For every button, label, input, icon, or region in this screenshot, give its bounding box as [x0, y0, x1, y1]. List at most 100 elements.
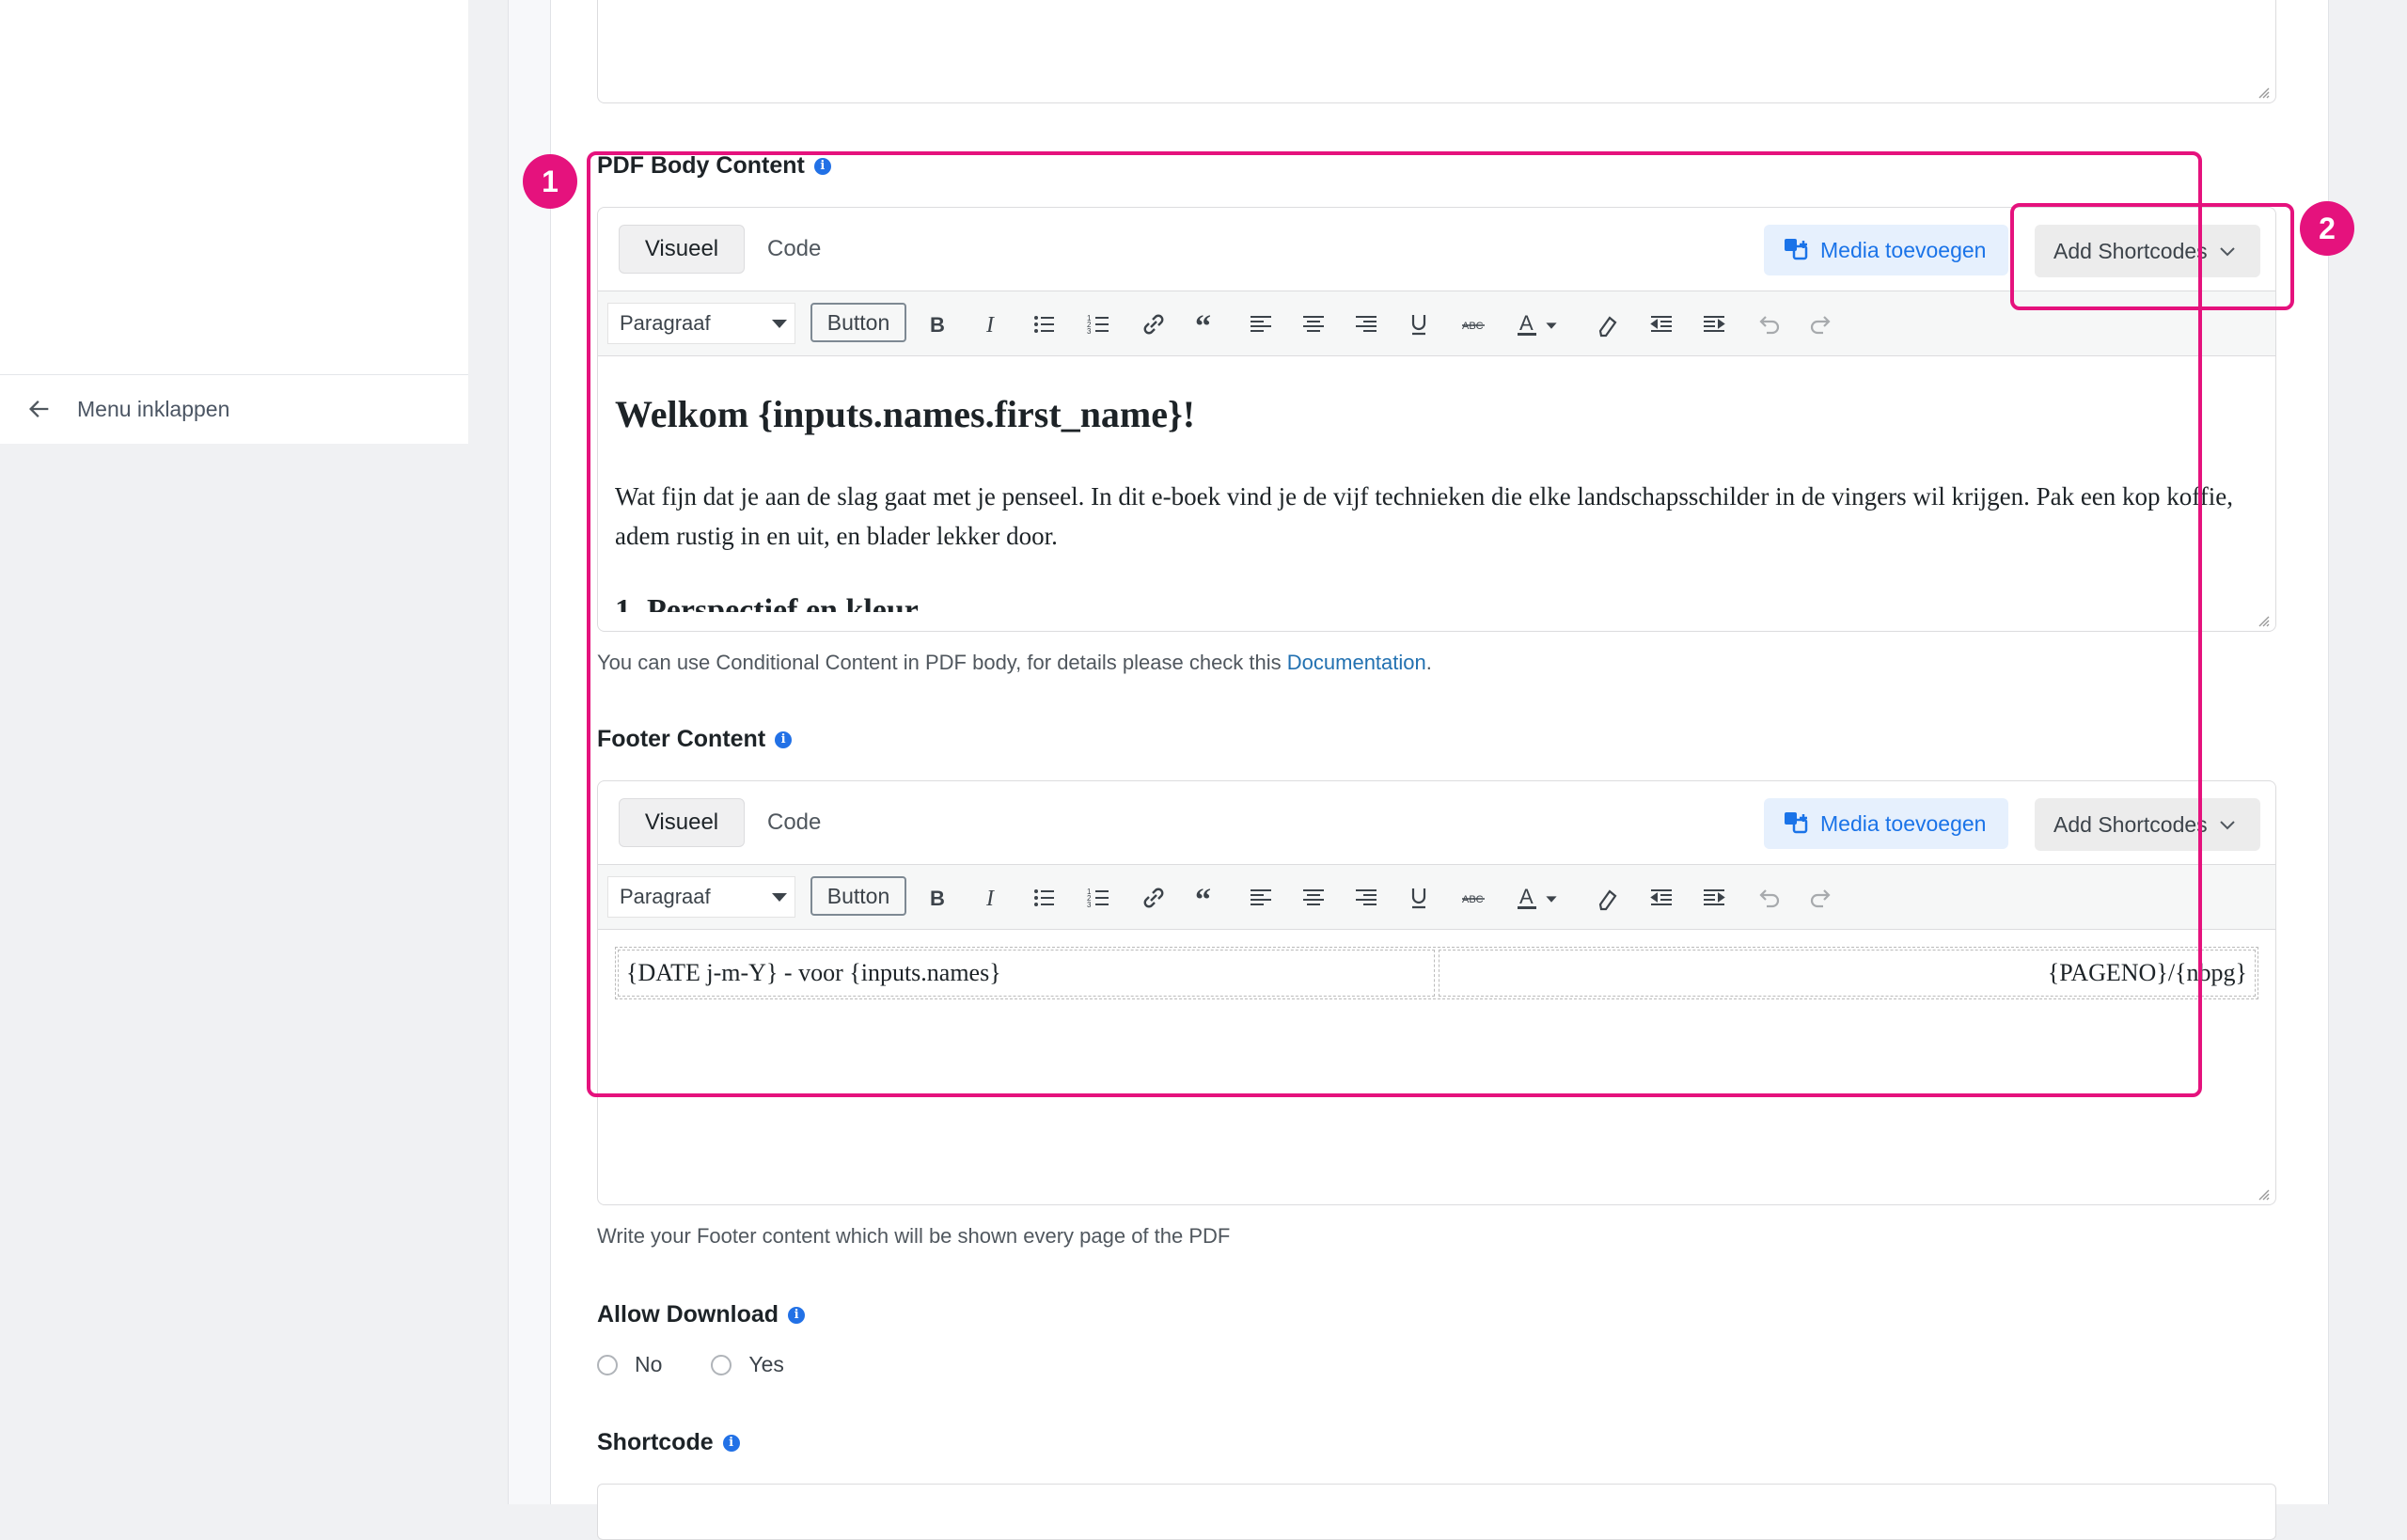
link-icon[interactable]: [1138, 882, 1170, 914]
underline-icon[interactable]: [1403, 308, 1435, 340]
content-paragraph: Wat fijn dat je aan de slag gaat met je …: [615, 482, 2234, 550]
text-color-icon[interactable]: A: [1512, 308, 1544, 340]
editor-toolbar: Paragraaf Button B I 1 2 3 “ ABC A: [598, 291, 2275, 356]
content-heading: Welkom {inputs.names.first_name}!: [615, 393, 1196, 435]
media-icon: [1785, 239, 1808, 260]
bullet-list-icon[interactable]: [1029, 882, 1061, 914]
numbered-list-icon[interactable]: 123: [1083, 882, 1115, 914]
add-shortcodes-label: Add Shortcodes: [2053, 238, 2208, 263]
pdf-body-help: You can use Conditional Content in PDF b…: [597, 651, 1432, 675]
strikethrough-icon[interactable]: ABC: [1457, 882, 1489, 914]
align-right-icon[interactable]: [1350, 882, 1382, 914]
bold-icon[interactable]: B: [921, 308, 953, 340]
bold-icon[interactable]: B: [921, 882, 953, 914]
align-center-icon[interactable]: [1298, 308, 1329, 340]
svg-text:“: “: [1195, 884, 1211, 912]
previous-editor[interactable]: [597, 0, 2276, 103]
footer-editor: Visueel Code Media toevoegen Add Shortco…: [597, 780, 2276, 1205]
numbered-list-icon[interactable]: 123: [1083, 308, 1115, 340]
editor-content[interactable]: {DATE j-m-Y} - voor {inputs.names} {PAGE…: [598, 930, 2275, 1184]
add-media-label: Media toevoegen: [1820, 810, 1987, 836]
redo-icon[interactable]: [1805, 882, 1837, 914]
resize-handle[interactable]: [2255, 1186, 2270, 1201]
format-select[interactable]: Paragraaf: [607, 876, 795, 918]
tab-code[interactable]: Code: [767, 225, 821, 274]
radio-circle[interactable]: [597, 1354, 618, 1375]
blockquote-icon[interactable]: “: [1190, 882, 1222, 914]
align-left-icon[interactable]: [1245, 308, 1277, 340]
clear-format-icon[interactable]: [1591, 308, 1623, 340]
info-icon[interactable]: i: [722, 1434, 740, 1452]
tab-code[interactable]: Code: [767, 798, 821, 847]
redo-icon[interactable]: [1805, 308, 1837, 340]
undo-icon[interactable]: [1753, 882, 1785, 914]
footer-right-cell[interactable]: {PAGENO}/{nbpg}: [1439, 950, 2256, 997]
strikethrough-icon[interactable]: ABC: [1457, 308, 1489, 340]
caret-down-icon: [772, 893, 787, 902]
resize-handle[interactable]: [2255, 84, 2270, 99]
outdent-icon[interactable]: [1645, 308, 1677, 340]
allow-download-label-text: Allow Download: [597, 1301, 779, 1328]
arrow-left-icon: [26, 396, 53, 427]
annotation-number-1: 1: [523, 154, 577, 209]
text-color-dropdown-icon[interactable]: [1542, 882, 1561, 914]
add-shortcodes-button[interactable]: Add Shortcodes: [2035, 798, 2260, 851]
align-right-icon[interactable]: [1350, 308, 1382, 340]
footer-label-text: Footer Content: [597, 726, 766, 752]
sidebar: Menu inklappen: [0, 0, 468, 444]
blockquote-icon[interactable]: “: [1190, 308, 1222, 340]
chevron-down-icon: [2219, 247, 2235, 257]
documentation-link[interactable]: Documentation: [1287, 651, 1426, 674]
add-shortcodes-button[interactable]: Add Shortcodes: [2035, 225, 2260, 277]
svg-text:I: I: [985, 887, 995, 911]
underline-icon[interactable]: [1403, 882, 1435, 914]
button-insert[interactable]: Button: [810, 303, 906, 342]
radio-circle[interactable]: [711, 1354, 732, 1375]
pdf-body-label: PDF Body Content i: [597, 152, 831, 180]
text-color-dropdown-icon[interactable]: [1542, 308, 1561, 340]
info-icon[interactable]: i: [775, 731, 793, 748]
button-insert[interactable]: Button: [810, 876, 906, 916]
add-media-button[interactable]: Media toevoegen: [1764, 225, 2008, 275]
shortcode-label: Shortcode i: [597, 1429, 740, 1456]
radio-no-label: No: [635, 1352, 663, 1376]
outdent-icon[interactable]: [1645, 882, 1677, 914]
align-left-icon[interactable]: [1245, 882, 1277, 914]
footer-left-cell[interactable]: {DATE j-m-Y} - voor {inputs.names}: [618, 950, 1435, 997]
tab-visual[interactable]: Visueel: [619, 798, 745, 847]
pdf-body-label-text: PDF Body Content: [597, 152, 805, 179]
format-select-value: Paragraaf: [620, 311, 711, 335]
footer-content-label: Footer Content i: [597, 726, 793, 753]
indent-icon[interactable]: [1698, 882, 1730, 914]
indent-icon[interactable]: [1698, 308, 1730, 340]
editor-content[interactable]: Welkom {inputs.names.first_name}! Wat fi…: [598, 356, 2275, 612]
shortcode-field[interactable]: [597, 1484, 2276, 1540]
caret-down-icon: [772, 320, 787, 328]
link-icon[interactable]: [1138, 308, 1170, 340]
undo-icon[interactable]: [1753, 308, 1785, 340]
add-media-button[interactable]: Media toevoegen: [1764, 798, 2008, 849]
svg-text:ABC: ABC: [1462, 894, 1484, 905]
radio-yes[interactable]: Yes: [711, 1352, 784, 1377]
italic-icon[interactable]: I: [976, 308, 1008, 340]
format-select-value: Paragraaf: [620, 885, 711, 908]
info-icon[interactable]: i: [813, 157, 831, 175]
svg-text:A: A: [1519, 885, 1534, 908]
shortcode-label-text: Shortcode: [597, 1429, 714, 1455]
text-color-icon[interactable]: A: [1512, 882, 1544, 914]
annotation-number-2: 2: [2300, 201, 2354, 256]
align-center-icon[interactable]: [1298, 882, 1329, 914]
italic-icon[interactable]: I: [976, 882, 1008, 914]
collapse-menu-button[interactable]: Menu inklappen: [0, 374, 468, 444]
info-icon[interactable]: i: [788, 1306, 806, 1324]
svg-text:3: 3: [1087, 901, 1092, 909]
radio-no[interactable]: No: [597, 1352, 662, 1377]
svg-text:A: A: [1519, 311, 1534, 335]
media-icon: [1785, 812, 1808, 834]
bullet-list-icon[interactable]: [1029, 308, 1061, 340]
tab-visual[interactable]: Visueel: [619, 225, 745, 274]
resize-handle[interactable]: [2255, 612, 2270, 627]
clear-format-icon[interactable]: [1591, 882, 1623, 914]
format-select[interactable]: Paragraaf: [607, 303, 795, 344]
allow-download-options: No Yes: [597, 1352, 833, 1377]
